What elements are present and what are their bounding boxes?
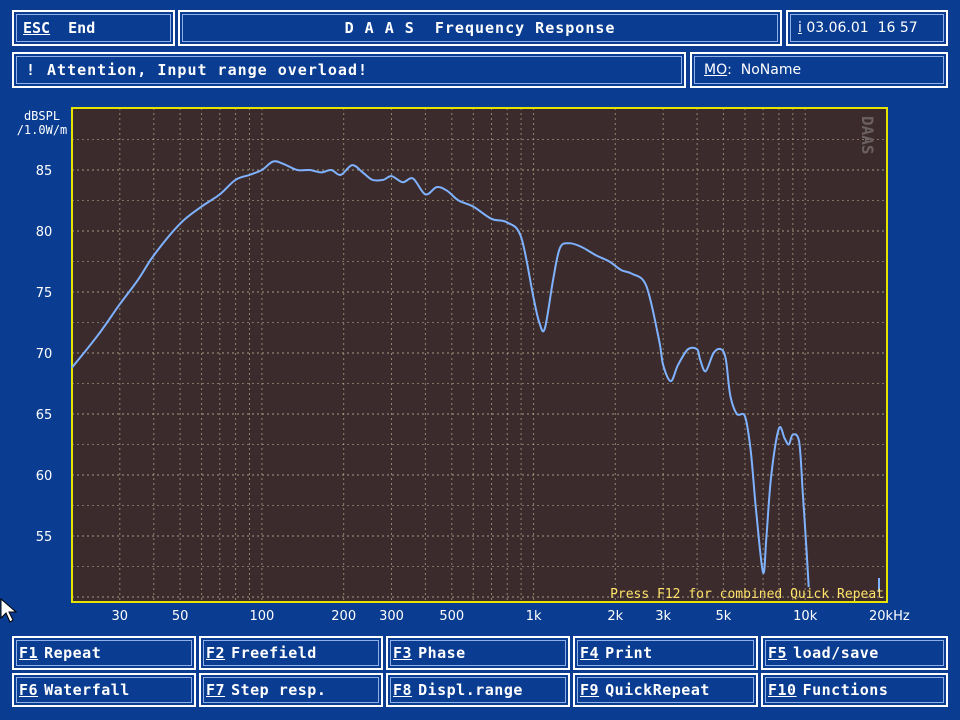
y-tick-label: 55 bbox=[36, 530, 53, 545]
fkey-number: F8 bbox=[393, 681, 413, 699]
x-tick-label: 50 bbox=[172, 609, 189, 624]
ylabel-line1: dBSPL bbox=[24, 109, 60, 123]
y-tick-label: 65 bbox=[36, 408, 53, 423]
info-datetime-button[interactable]: i 03.06.01 16 57 bbox=[786, 10, 948, 46]
mo-value: NoName bbox=[740, 62, 802, 78]
x-tick-label: 5k bbox=[715, 609, 731, 624]
fkey-f2[interactable]: F2 Freefield bbox=[199, 636, 383, 670]
measurement-object-field[interactable]: MO: NoName bbox=[690, 52, 948, 88]
fkey-f4[interactable]: F4 Print bbox=[573, 636, 758, 670]
y-tick-label: 60 bbox=[36, 469, 53, 484]
fkey-f8[interactable]: F8 Displ.range bbox=[386, 673, 570, 707]
esc-hotkey: ESC bbox=[23, 19, 51, 37]
fkey-label: Displ.range bbox=[418, 681, 523, 699]
x-tick-label: 20kHz bbox=[869, 609, 910, 624]
x-tick-label: 3k bbox=[655, 609, 671, 624]
mouse-cursor-icon bbox=[0, 598, 18, 623]
fkey-label: Functions bbox=[802, 681, 889, 699]
esc-end-button[interactable]: ESC End bbox=[12, 10, 175, 46]
plot-background bbox=[72, 108, 887, 602]
fkey-f6[interactable]: F6 Waterfall bbox=[12, 673, 196, 707]
x-tick-label: 2k bbox=[607, 609, 623, 624]
fkey-label: Repeat bbox=[44, 644, 102, 662]
y-tick-label: 80 bbox=[36, 225, 53, 240]
quick-repeat-hint: Press F12 for combined Quick Repeat bbox=[610, 587, 884, 602]
fkey-f3[interactable]: F3 Phase bbox=[386, 636, 570, 670]
alert-text: Attention, Input range overload! bbox=[47, 61, 369, 79]
fkey-label: Phase bbox=[418, 644, 466, 662]
x-tick-label: 200 bbox=[331, 609, 356, 624]
fkey-label: Freefield bbox=[231, 644, 317, 662]
esc-label: End bbox=[68, 19, 96, 37]
fkey-number: F4 bbox=[580, 644, 600, 662]
fkey-label: QuickRepeat bbox=[605, 681, 710, 699]
ylabel-line2: /1.0W/m bbox=[17, 123, 68, 137]
x-tick-label: 10k bbox=[793, 609, 818, 624]
y-tick-label: 85 bbox=[36, 164, 53, 179]
alert-bar: ! Attention, Input range overload! bbox=[12, 52, 686, 88]
daas-watermark: DAAS bbox=[858, 116, 877, 155]
window-title: D A A S Frequency Response bbox=[178, 10, 782, 46]
fkey-number: F7 bbox=[206, 681, 226, 699]
x-tick-label: 500 bbox=[439, 609, 464, 624]
fkey-number: F5 bbox=[768, 644, 788, 662]
fkey-f5[interactable]: F5 load/save bbox=[761, 636, 948, 670]
fkey-label: Waterfall bbox=[44, 681, 130, 699]
fkey-label: load/save bbox=[793, 644, 879, 662]
x-tick-label: 300 bbox=[379, 609, 404, 624]
y-tick-label: 75 bbox=[36, 286, 53, 301]
mo-hotkey: MO bbox=[704, 62, 728, 78]
fkey-number: F2 bbox=[206, 644, 226, 662]
fkey-number: F10 bbox=[768, 681, 797, 699]
fkey-f9[interactable]: F9 QuickRepeat bbox=[573, 673, 758, 707]
fkey-f7[interactable]: F7 Step resp. bbox=[199, 673, 383, 707]
x-tick-label: 30 bbox=[112, 609, 129, 624]
fkey-f1[interactable]: F1 Repeat bbox=[12, 636, 196, 670]
fkey-label: Step resp. bbox=[231, 681, 327, 699]
fkey-number: F1 bbox=[19, 644, 39, 662]
fkey-number: F6 bbox=[19, 681, 39, 699]
x-tick-label: 1k bbox=[526, 609, 542, 624]
title-text: D A A S Frequency Response bbox=[344, 19, 616, 37]
y-tick-label: 70 bbox=[36, 347, 53, 362]
fkey-f10[interactable]: F10 Functions bbox=[761, 673, 948, 707]
frequency-response-chart: 30 50 100 200 300 500 1k 2k 3k 5k 10k 20kHz 85 80 75 70… bbox=[17, 107, 910, 624]
fkey-number: F9 bbox=[580, 681, 600, 699]
datetime-text: 03.06.01 16 57 bbox=[806, 20, 918, 36]
exclamation-icon: ! bbox=[26, 61, 36, 79]
fkey-label: Print bbox=[605, 644, 653, 662]
x-tick-label: 100 bbox=[249, 609, 274, 624]
fkey-number: F3 bbox=[393, 644, 413, 662]
